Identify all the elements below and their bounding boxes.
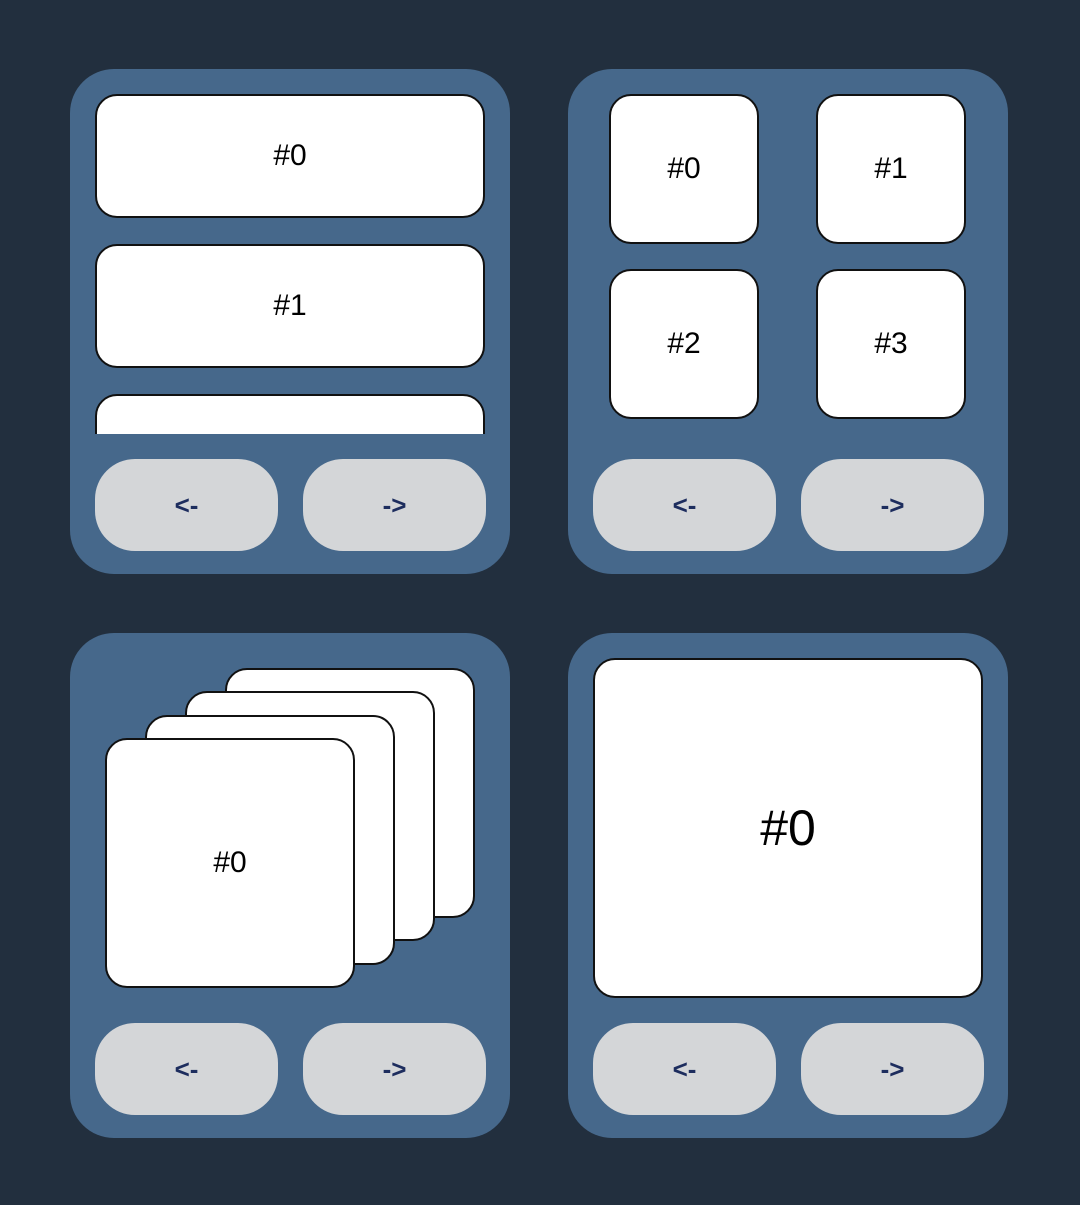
list-card-2[interactable]: [95, 394, 485, 434]
stack-next-button[interactable]: ->: [303, 1023, 486, 1115]
single-card[interactable]: #0: [593, 658, 983, 998]
grid-next-button[interactable]: ->: [801, 459, 984, 551]
stack-prev-button[interactable]: <-: [95, 1023, 278, 1115]
single-next-button[interactable]: ->: [801, 1023, 984, 1115]
single-carousel: #0 <- ->: [568, 633, 1008, 1138]
list-prev-button[interactable]: <-: [95, 459, 278, 551]
single-prev-button[interactable]: <-: [593, 1023, 776, 1115]
grid-prev-button[interactable]: <-: [593, 459, 776, 551]
grid-card-2[interactable]: #2: [609, 269, 759, 419]
list-viewport[interactable]: #0 #1: [95, 94, 485, 434]
list-next-button[interactable]: ->: [303, 459, 486, 551]
grid-card-0[interactable]: #0: [609, 94, 759, 244]
list-card-1[interactable]: #1: [95, 244, 485, 368]
stack-card-top[interactable]: #0: [105, 738, 355, 988]
grid-card-3[interactable]: #3: [816, 269, 966, 419]
list-carousel: #0 #1 <- ->: [70, 69, 510, 574]
list-card-0[interactable]: #0: [95, 94, 485, 218]
grid-card-1[interactable]: #1: [816, 94, 966, 244]
stack-carousel: #0 <- ->: [70, 633, 510, 1138]
grid-carousel: #0 #1 #2 #3 <- ->: [568, 69, 1008, 574]
